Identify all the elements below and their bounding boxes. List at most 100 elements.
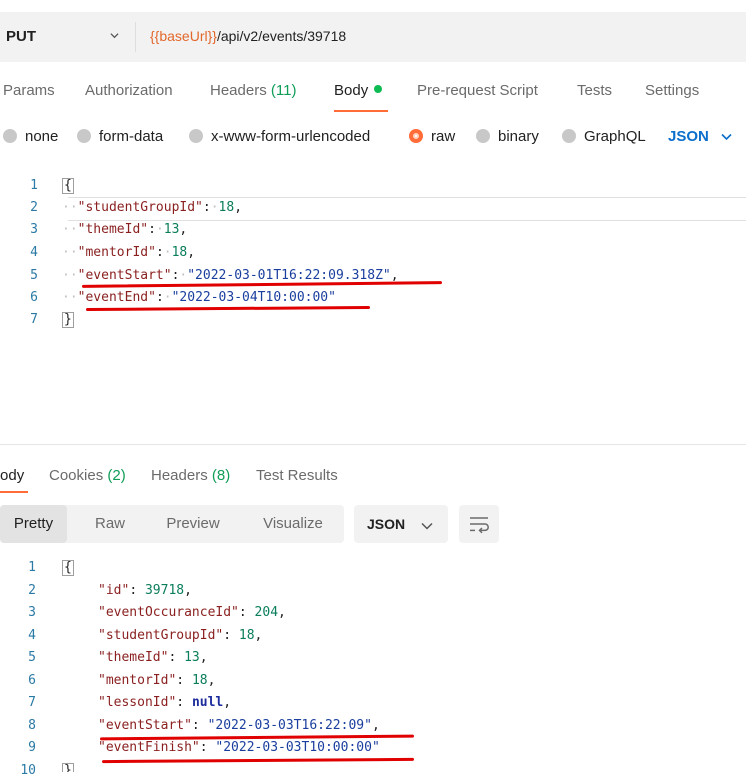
response-format-select[interactable]: JSON	[354, 505, 448, 543]
radio-label: none	[25, 128, 59, 145]
tab-response-headers[interactable]: Headers (8)	[151, 467, 230, 484]
json-value: 13	[184, 650, 200, 665]
radio-icon	[3, 129, 17, 143]
tab-cookies[interactable]: Cookies (2)	[49, 467, 126, 484]
radio-binary[interactable]: binary	[476, 128, 539, 145]
open-brace: {	[62, 560, 74, 576]
radio-icon	[189, 129, 203, 143]
url-path: /api/v2/events/39718	[216, 28, 347, 44]
code-line: {	[62, 557, 74, 579]
line-number: 6	[30, 290, 38, 305]
http-method-select[interactable]: PUT	[6, 28, 36, 45]
chevron-down-icon[interactable]	[110, 31, 119, 40]
radio-icon	[562, 129, 576, 143]
tab-label: Body	[334, 82, 369, 99]
view-preview-button[interactable]: Preview	[152, 505, 234, 543]
code-line: "id": 39718,	[98, 583, 192, 598]
body-format-select[interactable]: JSON	[668, 128, 732, 145]
json-key: "studentGroupId"	[98, 628, 224, 643]
code-line: ··"mentorId":·18,	[62, 245, 196, 260]
json-key: "themeId"	[98, 650, 169, 665]
line-number: 4	[30, 245, 38, 260]
wrap-lines-icon	[470, 517, 489, 534]
json-key: "studentGroupId"	[77, 200, 203, 215]
tab-body[interactable]: Body	[334, 82, 383, 99]
radio-raw[interactable]: raw	[409, 128, 455, 145]
json-key: "eventStart"	[77, 268, 172, 283]
line-number: 2	[30, 200, 38, 215]
line-number: 2	[28, 583, 36, 598]
json-value: 18	[171, 245, 188, 260]
tab-test-results[interactable]: Test Results	[256, 467, 338, 484]
tab-label: Test Results	[256, 467, 338, 484]
code-line: "studentGroupId": 18,	[98, 628, 263, 643]
tab-settings[interactable]: Settings	[645, 82, 699, 99]
format-label: JSON	[367, 516, 406, 532]
json-key: "themeId"	[77, 222, 149, 237]
radio-icon	[77, 129, 91, 143]
view-visualize-button[interactable]: Visualize	[248, 505, 338, 543]
body-type-radios: none form-data x-www-form-urlencoded raw…	[0, 128, 746, 148]
radio-label: GraphQL	[584, 128, 646, 145]
tab-label: Settings	[645, 82, 700, 99]
json-value: 204	[254, 605, 279, 620]
line-number: 10	[20, 763, 36, 778]
json-key: "eventOccuranceId"	[98, 605, 239, 620]
tab-authorization[interactable]: Authorization	[85, 82, 173, 99]
code-line: "mentorId": 18,	[98, 673, 216, 688]
tab-label: Cookies	[49, 467, 104, 484]
chevron-down-icon	[721, 128, 732, 145]
json-key: "eventFinish"	[98, 740, 200, 755]
code-line: "themeId": 13,	[98, 650, 208, 665]
json-value: "2022-03-03T16:22:09"	[207, 718, 372, 733]
tab-tests[interactable]: Tests	[577, 82, 612, 99]
json-key: "id"	[98, 583, 130, 598]
response-tabs: Body Cookies (2) Headers (8) Test Result…	[0, 467, 746, 487]
format-label: JSON	[668, 128, 709, 145]
view-pretty-button[interactable]: Pretty	[0, 505, 67, 543]
line-number: 5	[30, 268, 38, 283]
line-number: 5	[28, 650, 36, 665]
json-value: "2022-03-01T16:22:09.318Z"	[187, 268, 391, 283]
radio-x-www-form-urlencoded[interactable]: x-www-form-urlencoded	[189, 128, 370, 145]
line-number: 1	[30, 178, 38, 193]
active-tab-indicator	[334, 110, 388, 112]
json-key: "lessonId"	[98, 695, 177, 710]
annotation-underline	[85, 306, 371, 311]
tab-headers[interactable]: Headers (11)	[210, 82, 296, 99]
line-number: 3	[30, 222, 38, 237]
radio-label: form-data	[99, 128, 164, 145]
code-line: "eventStart": "2022-03-03T16:22:09",	[98, 718, 380, 733]
json-value: 39718	[144, 583, 185, 598]
tab-label: Tests	[577, 82, 613, 99]
tab-label: Pre-request Script	[417, 82, 538, 99]
json-value: "2022-03-04T10:00:00"	[171, 290, 336, 305]
tab-label: Headers	[210, 82, 267, 99]
radio-form-data[interactable]: form-data	[77, 128, 163, 145]
tab-response-body[interactable]: Body	[0, 467, 24, 484]
radio-label: binary	[498, 128, 539, 145]
radio-label: x-www-form-urlencoded	[211, 128, 371, 145]
tab-pre-request-script[interactable]: Pre-request Script	[417, 82, 538, 99]
close-brace: }	[62, 312, 74, 328]
view-raw-button[interactable]: Raw	[79, 505, 141, 543]
wrap-lines-button[interactable]	[459, 505, 499, 543]
line-number: 7	[28, 695, 36, 710]
code-line: "eventOccuranceId": 204,	[98, 605, 286, 620]
line-number: 7	[30, 312, 38, 327]
json-key: "mentorId"	[77, 245, 156, 260]
radio-graphql[interactable]: GraphQL	[562, 128, 646, 145]
url-input[interactable]: {{baseUrl}}/api/v2/events/39718	[150, 28, 346, 44]
radio-none[interactable]: none	[3, 128, 58, 145]
json-value: null	[191, 695, 224, 710]
radio-selected-icon	[409, 129, 423, 143]
line-number: 9	[28, 740, 36, 755]
code-line: }	[62, 309, 74, 331]
json-value: 18	[191, 673, 208, 688]
code-line: ··"studentGroupId":·18,	[62, 200, 243, 215]
tab-label: Body	[0, 467, 25, 484]
tab-params[interactable]: Params	[3, 82, 55, 99]
line-number: 6	[28, 673, 36, 688]
active-tab-indicator	[0, 491, 28, 493]
radio-icon	[476, 129, 490, 143]
